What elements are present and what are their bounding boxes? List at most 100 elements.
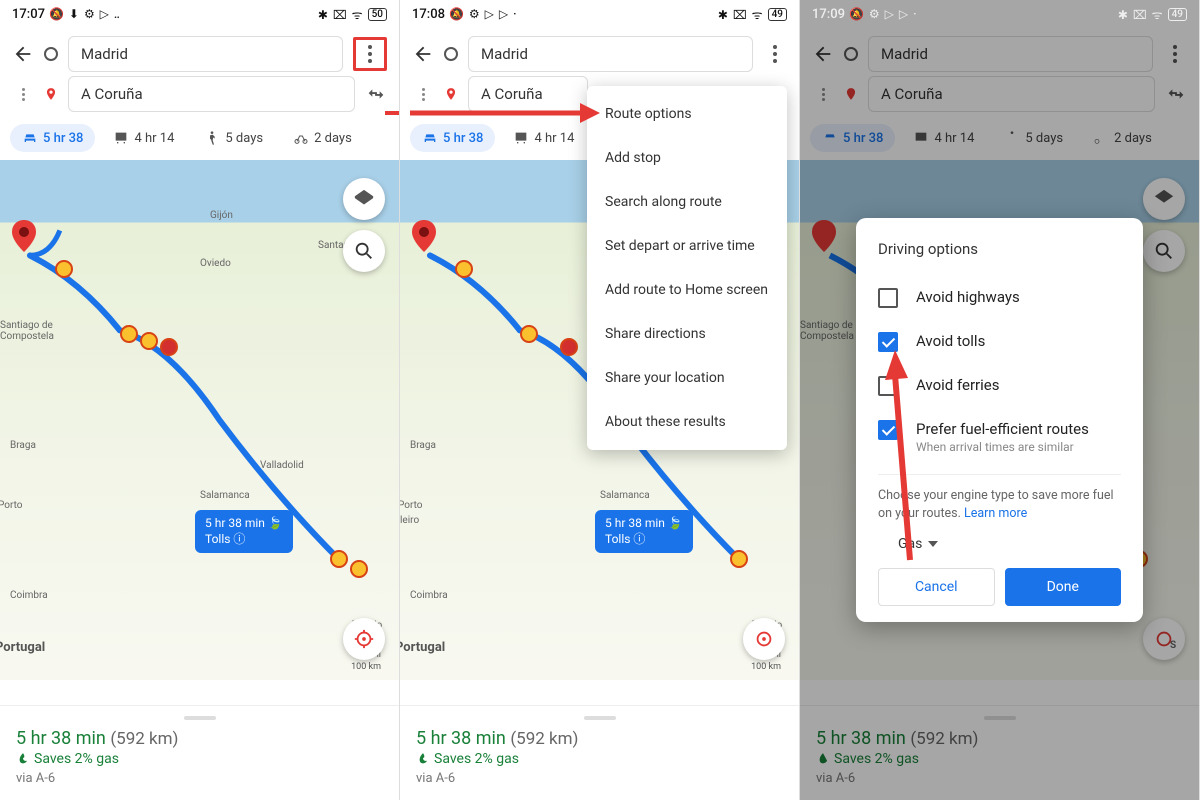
route-tolls-label: Tolls: [605, 532, 630, 546]
map-city-label: Santiago de Compostela: [0, 320, 60, 342]
dialog-title: Driving options: [878, 240, 1121, 258]
origin-marker-icon: [44, 47, 58, 61]
crosshair-icon: [753, 628, 775, 650]
route-tolls-label: Tolls: [205, 532, 230, 546]
menu-add-home[interactable]: Add route to Home screen: [587, 268, 787, 312]
map-city-label: Valladolid: [260, 460, 304, 471]
destination-input[interactable]: A Coruña: [68, 76, 355, 112]
clock-text: 17:07: [12, 7, 45, 22]
alert-icon: [160, 338, 178, 356]
battery-indicator: 49: [1168, 8, 1187, 21]
destination-pin-icon: [44, 85, 58, 103]
construction-icon: [350, 560, 368, 578]
phone-panel-3: 17:09 🔕 ⚙ ▷ ▷ · ✱ ⌧ ᯤ 49 Madrid A Coruña…: [800, 0, 1200, 800]
travel-mode-chips: 5 hr 38 4 hr 14 5 days 2 days: [0, 118, 399, 160]
learn-more-link[interactable]: Learn more: [964, 506, 1027, 521]
mode-bike-chip[interactable]: 2 days: [281, 124, 364, 152]
construction-icon: [55, 260, 73, 278]
menu-route-options[interactable]: Route options: [587, 92, 787, 136]
map-city-label: Porto: [0, 500, 22, 511]
route-info-badge[interactable]: 5 hr 38 min 🍃 Tolls ⓘ: [195, 510, 293, 553]
transit-icon: [113, 130, 129, 146]
menu-about-results[interactable]: About these results: [587, 400, 787, 444]
summary-distance: (592 km): [110, 729, 178, 749]
route-line: [0, 160, 399, 680]
option-avoid-highways[interactable]: Avoid highways: [878, 276, 1121, 320]
cancel-button[interactable]: Cancel: [878, 568, 995, 606]
layers-icon: [353, 188, 375, 210]
construction-icon: [140, 332, 158, 350]
construction-icon: [330, 550, 348, 568]
more-options-icon[interactable]: [358, 42, 382, 66]
menu-share-location[interactable]: Share your location: [587, 356, 787, 400]
recenter-button[interactable]: [743, 618, 785, 660]
mode-transit-chip[interactable]: 4 hr 14: [101, 124, 186, 152]
label-avoid-ferries: Avoid ferries: [916, 376, 999, 394]
map-scale-label: 100 km: [351, 662, 381, 672]
back-icon[interactable]: [12, 43, 34, 65]
route-duration-label: 5 hr 38 min: [605, 516, 665, 530]
status-notif-icons: 🔕 ⚙ ▷ ▷ ·: [849, 7, 917, 21]
menu-add-stop[interactable]: Add stop: [587, 136, 787, 180]
route-summary-sheet[interactable]: 5 hr 38 min (592 km) Saves 2% gas via A-…: [0, 705, 399, 800]
mode-car-chip[interactable]: 5 hr 38: [10, 124, 95, 152]
mode-car-label: 5 hr 38: [43, 131, 83, 146]
status-notif-icons: 🔕 ⬇ ⚙ ▷ ‥: [49, 7, 121, 21]
engine-type-select[interactable]: Gas: [898, 536, 1121, 552]
layers-button[interactable]: [343, 178, 385, 220]
phone-panel-2: 17:08 🔕 ⚙ ▷ ▷ · ✱ ⌧ ᯤ 49 Madrid A Coruña…: [400, 0, 800, 800]
origin-input[interactable]: Madrid: [68, 36, 343, 72]
car-icon: [22, 130, 38, 146]
label-avoid-highways: Avoid highways: [916, 288, 1020, 306]
mode-transit-label: 4 hr 14: [134, 131, 174, 146]
mode-car-label: 5 hr 38: [443, 131, 483, 146]
status-sys-icons: ✱ ⌧ ᯤ: [1118, 6, 1164, 23]
checkbox-avoid-highways[interactable]: [878, 288, 898, 308]
mode-bike-label: 2 days: [314, 131, 352, 146]
construction-icon: [455, 260, 473, 278]
map-city-label: Coimbra: [410, 590, 448, 601]
summary-distance: (592 km): [510, 729, 578, 749]
menu-set-time[interactable]: Set depart or arrive time: [587, 224, 787, 268]
mode-car-chip[interactable]: 5 hr 38: [410, 124, 495, 152]
route-summary-sheet[interactable]: 5 hr 38 min (592 km) Saves 2% gas via A-…: [400, 705, 799, 800]
status-bar: 17:07 🔕 ⬇ ⚙ ▷ ‥ ✱ ⌧ ᯤ 50: [0, 0, 399, 28]
annotation-arrow: [385, 98, 400, 128]
clock-text: 17:09: [812, 7, 845, 22]
search-icon: [353, 240, 375, 262]
status-bar: 17:08 🔕 ⚙ ▷ ▷ · ✱ ⌧ ᯤ 49: [400, 0, 799, 28]
mode-transit-chip[interactable]: 4 hr 14: [501, 124, 586, 152]
swap-icon[interactable]: [365, 83, 387, 105]
recenter-button[interactable]: [343, 618, 385, 660]
map-city-label: leiro: [400, 515, 419, 526]
map-city-label: Gijón: [210, 210, 233, 221]
route-info-badge[interactable]: 5 hr 38 min 🍃 Tolls ⓘ: [595, 510, 693, 553]
menu-search-along[interactable]: Search along route: [587, 180, 787, 224]
summary-fuel-savings: Saves 2% gas: [34, 751, 119, 767]
summary-fuel-savings: Saves 2% gas: [434, 751, 519, 767]
summary-duration: 5 hr 38 min: [16, 728, 106, 749]
more-options-icon[interactable]: [763, 42, 787, 66]
checkbox-avoid-tolls[interactable]: [878, 332, 898, 352]
mode-walk-chip[interactable]: 5 days: [192, 124, 275, 152]
map-city-label: Oviedo: [200, 258, 231, 269]
battery-indicator: 50: [368, 8, 387, 21]
menu-share-directions[interactable]: Share directions: [587, 312, 787, 356]
construction-icon: [520, 325, 538, 343]
origin-input[interactable]: Madrid: [468, 36, 753, 72]
sheet-handle[interactable]: [584, 716, 616, 720]
origin-pin-icon: [12, 220, 36, 252]
sheet-handle[interactable]: [184, 716, 216, 720]
map-city-label: Porto: [400, 500, 422, 511]
annotation-arrow: [410, 98, 600, 128]
sublabel-fuel-efficient: When arrival times are similar: [916, 440, 1089, 454]
back-icon[interactable]: [412, 43, 434, 65]
map-search-button[interactable]: [343, 230, 385, 272]
map-view[interactable]: 5 hr 38 min 🍃 Tolls ⓘ Gijón Oviedo Santa…: [0, 160, 399, 680]
transit-icon: [513, 130, 529, 146]
route-duration-label: 5 hr 38 min: [205, 516, 265, 530]
done-button[interactable]: Done: [1005, 568, 1122, 606]
crosshair-icon: [353, 628, 375, 650]
mode-transit-label: 4 hr 14: [534, 131, 574, 146]
phone-panel-1: 17:07 🔕 ⬇ ⚙ ▷ ‥ ✱ ⌧ ᯤ 50 Madrid A Coruña…: [0, 0, 400, 800]
